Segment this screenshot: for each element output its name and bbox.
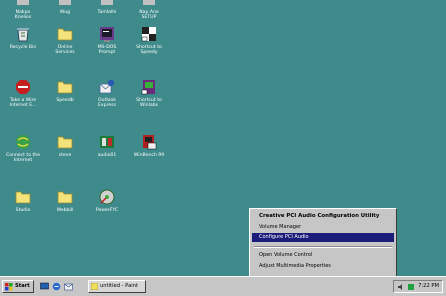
clock[interactable]: 7:22 PM <box>418 281 439 292</box>
app-icon <box>17 0 29 5</box>
outlook-express-quicklaunch-icon[interactable] <box>64 282 73 291</box>
desktop-icon[interactable]: Shortcut to Speedy <box>126 25 172 65</box>
desktop-icon[interactable]: Webbill <box>42 188 88 228</box>
window-button-label: untitled - Paint <box>100 283 139 289</box>
desktop-icon-label: Tamlalhi <box>97 10 117 15</box>
folder-icon <box>57 81 73 94</box>
desktop-icon[interactable]: Studio <box>0 188 46 228</box>
desktop-icon[interactable]: Recycle Bin <box>0 25 46 65</box>
desktop-icon[interactable]: Take a Wire Internet E... <box>0 78 46 118</box>
powerdvd-icon <box>99 189 115 205</box>
shortcut-icon <box>141 80 155 95</box>
taskbar: Start untitled - Paint 7:22 PM <box>0 276 446 296</box>
desktop-icon[interactable]: Outlook Express <box>84 78 130 118</box>
desktop-icon[interactable]: audio01 <box>84 133 130 173</box>
desktop-icon-label: Nakpo Knelios <box>14 10 32 21</box>
desktop-icon-label: Online Services <box>55 45 75 56</box>
windows-logo-icon <box>5 283 13 291</box>
menu-item-title[interactable]: Creative PCI Audio Configuration Utility <box>252 212 394 221</box>
connect-internet-icon <box>16 135 30 149</box>
context-menu: Creative PCI Audio Configuration Utility… <box>249 208 397 280</box>
ms-dos-prompt-icon <box>100 27 114 42</box>
desktop-icon-label: WinBench 99 <box>133 153 165 158</box>
desktop-icon-label: PowerFYC <box>95 208 119 213</box>
menu-item-adjust[interactable]: Adjust Multimedia Properties <box>252 262 394 271</box>
desktop-icon-label: Take a Wire Internet E... <box>9 98 37 109</box>
menu-item-volume-manager[interactable]: Volume Manager <box>252 223 394 232</box>
desktop-icon-label: Shortcut to Winlabs <box>136 98 162 109</box>
desktop-icon-label: Shortcut to Speedy <box>136 45 162 56</box>
desktop-icon-label: steve <box>58 153 72 158</box>
desktop-icon-label: Webbill <box>56 208 74 213</box>
folder-icon <box>15 191 31 204</box>
paint-icon <box>91 283 98 290</box>
system-tray: 7:22 PM <box>393 280 443 293</box>
desktop-icon-label: Connect to the Internet <box>5 153 41 164</box>
recycle-bin-icon <box>17 28 29 42</box>
desktop-icon[interactable]: Shortcut to Winlabs <box>126 78 172 118</box>
desktop-icon[interactable]: Online Services <box>42 25 88 65</box>
start-button[interactable]: Start <box>2 280 34 293</box>
menu-item-open-volume[interactable]: Open Volume Control <box>252 251 394 260</box>
winbench-icon <box>143 135 157 150</box>
taskbar-window-button[interactable]: untitled - Paint <box>88 280 146 293</box>
audio-tray-icon[interactable] <box>407 283 415 291</box>
show-desktop-icon[interactable] <box>40 282 49 291</box>
desktop-icon[interactable]: MS-DOS Prompt <box>84 25 130 65</box>
start-label: Start <box>15 283 30 289</box>
desktop-icon-label: Recycle Bin <box>9 45 37 50</box>
app-icon <box>143 0 155 5</box>
internet-explorer-icon[interactable] <box>52 282 61 291</box>
desktop-icon-label: Studio <box>15 208 31 213</box>
shortcut-icon <box>141 27 156 42</box>
desktop-icon[interactable]: Speedb <box>42 78 88 118</box>
desktop-icon-label: Outlook Express <box>98 98 116 109</box>
audio-app-icon <box>100 136 114 148</box>
desktop-icon-label: Nap Ane SETUP <box>139 10 159 21</box>
folder-icon <box>57 191 73 204</box>
desktop-icon[interactable]: steve <box>42 133 88 173</box>
menu-item-configure[interactable]: Configure PCI Audio <box>252 233 394 242</box>
folder-icon <box>57 28 73 41</box>
desktop-icon[interactable]: WinBench 99 <box>126 133 172 173</box>
desktop-icon-label: Speedb <box>56 98 74 103</box>
app-icon <box>101 0 113 5</box>
speaker-icon[interactable] <box>397 283 405 291</box>
desktop-icon-label: Wug <box>59 10 71 15</box>
menu-separator <box>254 246 392 248</box>
desktop-icon[interactable]: Connect to the Internet <box>0 133 46 173</box>
app-icon <box>59 0 71 5</box>
stop-sign-icon <box>16 80 30 94</box>
desktop-icon-label: MS-DOS Prompt <box>97 45 117 56</box>
outlook-express-icon <box>99 79 115 94</box>
folder-icon <box>57 136 73 149</box>
desktop-icon[interactable]: PowerFYC <box>84 188 130 228</box>
desktop-icon-label: audio01 <box>97 153 117 158</box>
